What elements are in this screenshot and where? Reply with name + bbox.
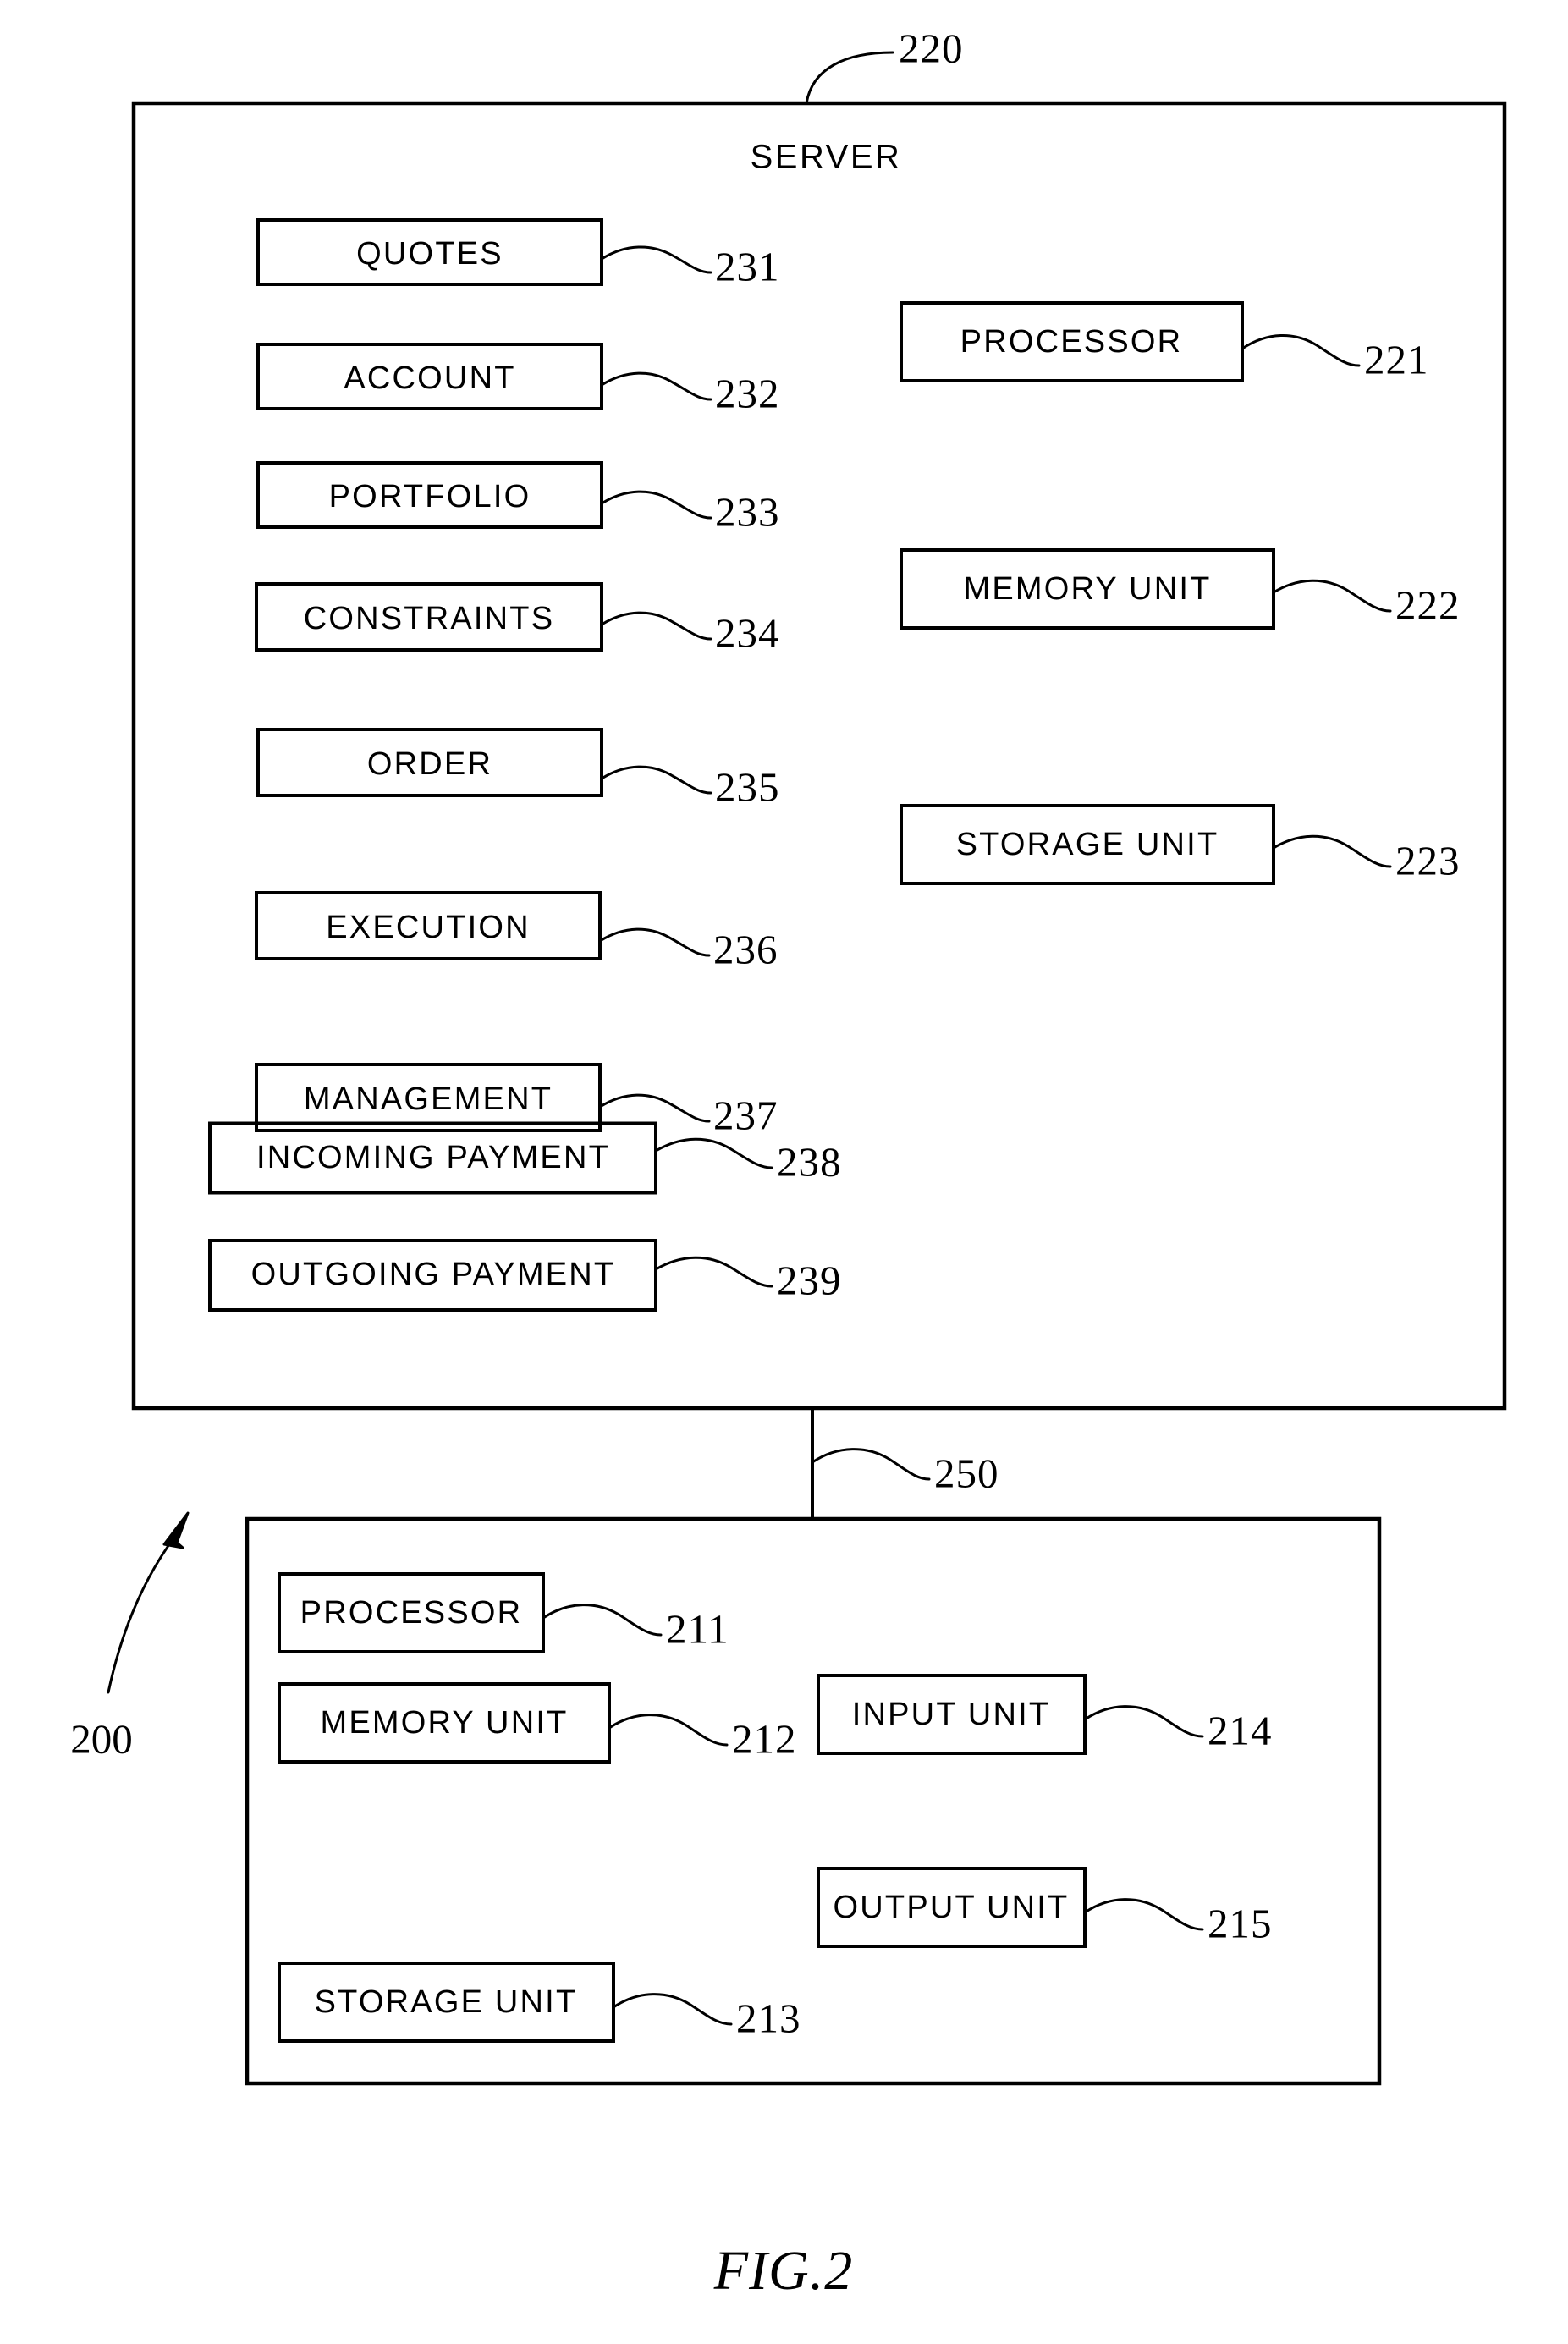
leader-line-memory-unit-server xyxy=(1272,579,1392,613)
client-label-storage-unit: STORAGE UNIT xyxy=(315,1984,578,2020)
leader-line-portfolio xyxy=(600,490,712,520)
ref-number-memory-client: 212 xyxy=(732,1715,797,1762)
client-unit-output[interactable]: OUTPUT UNIT xyxy=(817,1867,1087,1948)
server-title: SERVER xyxy=(751,139,902,176)
ref-number-outgoing-payment: 239 xyxy=(777,1257,842,1303)
ref-number-system: 200 xyxy=(70,1715,133,1762)
arrowhead-system-ref xyxy=(162,1511,190,1549)
leader-line-management xyxy=(598,1093,711,1123)
leader-line-storage-unit-server xyxy=(1272,834,1392,868)
server-module-outgoing-payment[interactable]: OUTGOING PAYMENT xyxy=(208,1239,657,1312)
server-module-order[interactable]: ORDER xyxy=(256,728,603,797)
server-module-account[interactable]: ACCOUNT xyxy=(256,343,603,410)
ref-number-quotes: 231 xyxy=(715,243,780,289)
module-label-execution: EXECUTION xyxy=(326,910,531,945)
server-module-management[interactable]: MANAGEMENT xyxy=(255,1063,602,1132)
module-label-portfolio: PORTFOLIO xyxy=(329,479,531,514)
figure-2-block-diagram: 220 SERVER QUOTES 231 ACCOUNT 232 PORTFO… xyxy=(70,25,1507,2302)
leader-line-processor-client xyxy=(542,1604,663,1637)
hardware-label-memory-unit: MEMORY UNIT xyxy=(963,571,1211,607)
server-hardware-storage-unit[interactable]: STORAGE UNIT xyxy=(900,804,1275,885)
ref-number-memory-unit-server: 222 xyxy=(1395,581,1461,628)
figure-caption: FIG.2 xyxy=(713,2240,853,2302)
ref-number-output-unit: 215 xyxy=(1208,1900,1273,1946)
ref-number-server: 220 xyxy=(899,25,964,71)
server-module-quotes[interactable]: QUOTES xyxy=(256,218,603,286)
client-unit-processor[interactable]: PROCESSOR xyxy=(278,1572,545,1653)
ref-number-input-unit: 214 xyxy=(1208,1707,1273,1753)
server-hardware-processor[interactable]: PROCESSOR xyxy=(900,301,1244,382)
module-label-management: MANAGEMENT xyxy=(304,1081,553,1117)
leader-line-incoming-payment xyxy=(654,1137,773,1169)
module-label-outgoing-payment: OUTGOING PAYMENT xyxy=(251,1257,616,1292)
ref-number-execution: 236 xyxy=(713,926,778,972)
module-label-account: ACCOUNT xyxy=(344,360,515,396)
server-module-portfolio[interactable]: PORTFOLIO xyxy=(256,461,603,529)
leader-line-server-ref xyxy=(805,51,894,105)
ref-number-incoming-payment: 238 xyxy=(777,1138,842,1185)
client-unit-memory[interactable]: MEMORY UNIT xyxy=(278,1682,611,1764)
client-label-memory-unit: MEMORY UNIT xyxy=(320,1705,568,1741)
ref-number-account: 232 xyxy=(715,370,780,416)
server-module-incoming-payment[interactable]: INCOMING PAYMENT xyxy=(208,1121,657,1195)
hardware-label-storage-unit: STORAGE UNIT xyxy=(956,827,1219,862)
leader-line-outgoing-payment xyxy=(654,1256,773,1288)
module-label-order: ORDER xyxy=(367,746,492,782)
ref-number-storage-unit-server: 223 xyxy=(1395,837,1461,883)
ref-number-storage-client: 213 xyxy=(736,1995,801,2041)
ref-number-order: 235 xyxy=(715,763,780,810)
server-module-execution[interactable]: EXECUTION xyxy=(255,891,602,960)
leader-line-input-unit xyxy=(1083,1705,1204,1738)
ref-number-processor-server: 221 xyxy=(1364,336,1429,382)
ref-number-management: 237 xyxy=(713,1092,778,1138)
leader-line-system-ref xyxy=(107,1526,184,1694)
leader-line-storage-client xyxy=(612,1993,733,2026)
server-hardware-memory-unit[interactable]: MEMORY UNIT xyxy=(900,548,1275,630)
leader-line-memory-client xyxy=(608,1714,729,1747)
leader-line-account xyxy=(600,371,712,401)
server-module-constraints[interactable]: CONSTRAINTS xyxy=(255,582,603,652)
module-label-quotes: QUOTES xyxy=(356,236,503,272)
client-label-output-unit: OUTPUT UNIT xyxy=(834,1890,1070,1925)
server-boundary-box xyxy=(131,101,1507,1411)
ref-number-network: 250 xyxy=(934,1450,999,1496)
module-label-constraints: CONSTRAINTS xyxy=(304,601,555,636)
ref-number-constraints: 234 xyxy=(715,609,780,656)
client-label-input-unit: INPUT UNIT xyxy=(852,1697,1051,1732)
ref-number-portfolio: 233 xyxy=(715,488,780,535)
leader-line-quotes xyxy=(600,245,712,274)
leader-line-processor-server xyxy=(1241,334,1361,367)
hardware-label-processor-text: PROCESSOR xyxy=(960,324,1183,360)
client-unit-input[interactable]: INPUT UNIT xyxy=(817,1674,1087,1755)
leader-line-output-unit xyxy=(1083,1898,1204,1931)
client-unit-storage[interactable]: STORAGE UNIT xyxy=(278,1962,615,2043)
ref-number-processor-client: 211 xyxy=(666,1605,729,1652)
module-label-incoming-payment: INCOMING PAYMENT xyxy=(256,1140,610,1175)
client-label-processor: PROCESSOR xyxy=(300,1595,523,1631)
leader-line-constraints xyxy=(600,611,712,641)
leader-line-order xyxy=(600,765,712,795)
leader-line-execution xyxy=(598,927,711,957)
leader-line-network xyxy=(811,1448,931,1481)
